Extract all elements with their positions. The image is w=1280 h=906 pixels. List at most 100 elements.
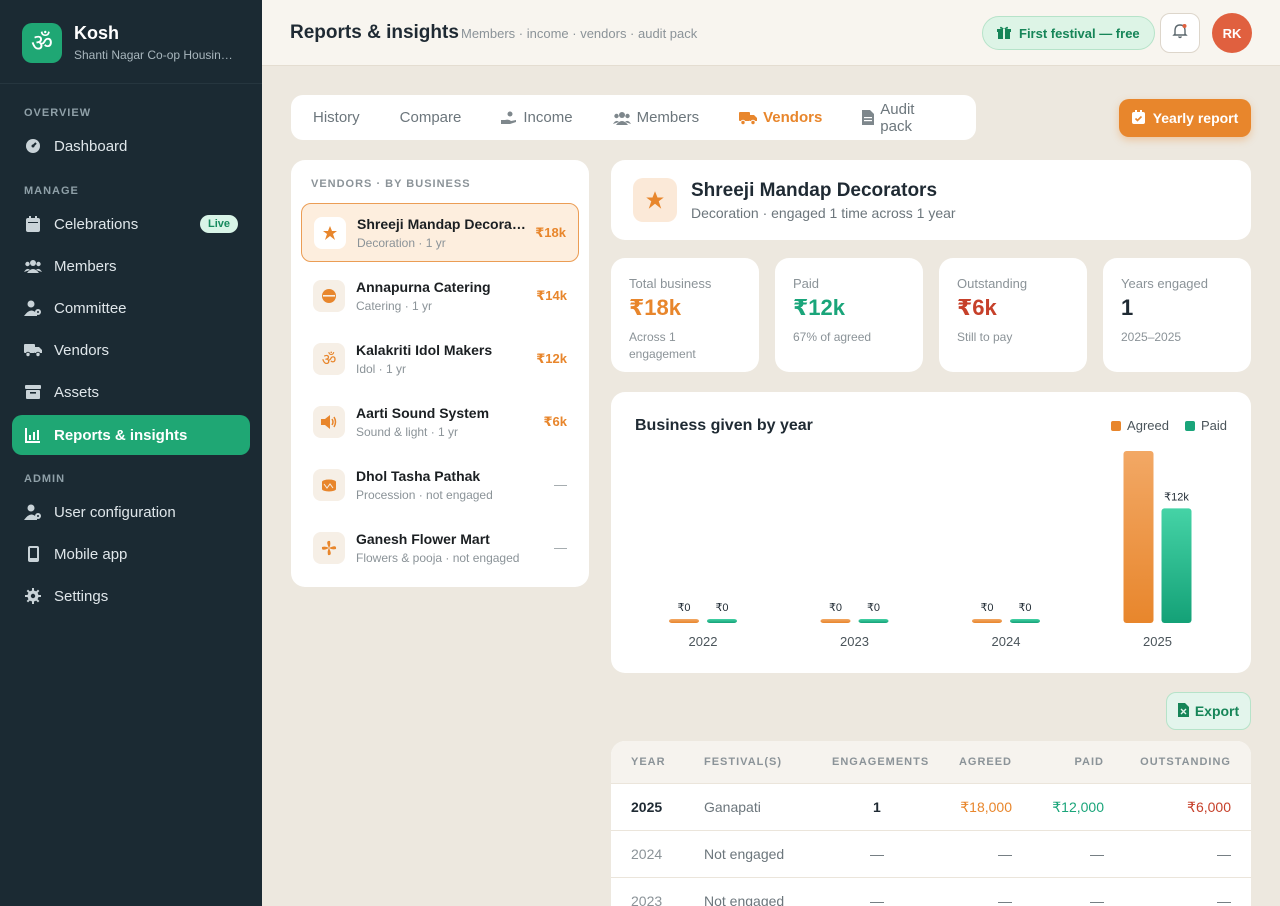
sidebar-item-user-configuration[interactable]: User configuration (12, 492, 250, 532)
page-title: Reports & insights (290, 22, 459, 43)
sidebar-item-assets[interactable]: Assets (12, 372, 250, 412)
bar-agreed-2023[interactable] (820, 619, 851, 623)
sidebar-item-dashboard[interactable]: Dashboard (12, 126, 250, 166)
sidebar: ॐ Kosh Shanti Nagar Co-op Housing Societ… (0, 0, 262, 906)
decoration-icon (314, 216, 346, 249)
column-header: YEAR (631, 756, 666, 768)
sidebar-item-label: Celebrations (54, 215, 139, 233)
vendor-meta: Procession · not engaged (356, 487, 493, 502)
app-name: Kosh (74, 23, 119, 43)
cell-outstanding: — (1217, 893, 1231, 906)
sidebar-item-settings[interactable]: Settings (12, 576, 250, 616)
promo-badge[interactable]: First festival — free (982, 16, 1155, 50)
tab-history[interactable]: History (313, 109, 360, 126)
bar-paid-2023[interactable] (858, 619, 889, 623)
cell-festival: Not engaged (704, 846, 785, 862)
sidebar-item-label: Members (54, 257, 117, 275)
vendor-amount: — (554, 477, 567, 492)
notifications-button[interactable] (1160, 13, 1200, 53)
drum-icon (313, 468, 345, 501)
vendor-amount: ₹14k (536, 287, 567, 303)
vendor-meta: Flowers & pooja · not engaged (356, 550, 520, 565)
vendor-amount: ₹18k (535, 224, 566, 240)
catering-icon (313, 279, 345, 312)
vendor-item[interactable]: Dhol Tasha Pathak Procession · not engage… (301, 455, 579, 514)
column-header: AGREED (958, 756, 1012, 768)
vendor-item[interactable]: Ganesh Flower Mart Flowers & pooja · not … (301, 518, 579, 577)
tab-compare[interactable]: Compare (400, 109, 462, 126)
tab-label: Members (636, 109, 700, 126)
tab-audit-pack[interactable]: Audit pack (862, 101, 936, 135)
archive-icon (24, 383, 42, 401)
bar-value-label: ₹0 (1018, 602, 1031, 614)
vendor-item[interactable]: Annapurna Catering Catering · 1 yr ₹14k (301, 266, 579, 325)
sidebar-item-label: Settings (54, 587, 109, 605)
vendor-list-panel: VENDORS · BY BUSINESS Shreeji Mandap Dec… (291, 160, 589, 587)
table-header: YEAR FESTIVAL(S) ENGAGEMENTS AGREED PAID… (611, 741, 1251, 784)
stat-card-paid: Paid ₹12k 67% of agreed (775, 258, 923, 372)
export-button[interactable]: Export (1166, 692, 1251, 730)
sidebar-item-reports[interactable]: Reports & insights (12, 415, 250, 455)
sidebar-item-members[interactable]: Members (12, 246, 250, 286)
user-avatar[interactable]: RK (1212, 13, 1252, 53)
bar-value-label: ₹0 (829, 602, 842, 614)
table-row[interactable]: 2023 Not engaged — — — — (611, 878, 1251, 906)
sidebar-item-mobile-app[interactable]: Mobile app (12, 534, 250, 574)
tab-vendors[interactable]: Vendors (739, 109, 822, 126)
tab-members[interactable]: Members (612, 109, 700, 126)
calendar-check-icon (1131, 109, 1145, 127)
bar-agreed-2024[interactable] (972, 619, 1002, 623)
vendor-name: Ganesh Flower Mart (356, 530, 490, 547)
bar-agreed-2025[interactable] (1123, 451, 1154, 623)
calendar-icon (24, 215, 42, 233)
nav-section-overview: OVERVIEW (24, 107, 92, 119)
legend-item-agreed: Agreed (1111, 418, 1169, 433)
vendor-list-heading: VENDORS · BY BUSINESS (311, 178, 471, 190)
vendor-item[interactable]: Shreeji Mandap Decorators Decoration · 1 … (301, 203, 579, 262)
page-subtitle: Members · income · vendors · audit pack (461, 26, 698, 41)
sidebar-item-vendors[interactable]: Vendors (12, 330, 250, 370)
vendor-meta: Catering · 1 yr (356, 298, 433, 313)
bar-value-label: ₹0 (677, 602, 690, 614)
tab-income[interactable]: Income (501, 109, 573, 126)
sidebar-item-celebrations[interactable]: Celebrations Live (12, 204, 250, 244)
cell-engagements: 1 (873, 799, 881, 815)
mobile-icon (24, 545, 42, 563)
vendor-detail-header: Shreeji Mandap Decorators Decoration · e… (611, 160, 1251, 240)
bar-value-label: ₹0 (980, 602, 993, 614)
bar-paid-2025[interactable] (1161, 508, 1192, 623)
cell-year: 2024 (631, 846, 663, 862)
stat-label: Years engaged (1121, 276, 1208, 291)
brand[interactable]: ॐ Kosh Shanti Nagar Co-op Housing Societ… (0, 0, 262, 84)
nav-section-manage: MANAGE (24, 185, 79, 197)
bar-paid-2024[interactable] (1010, 619, 1040, 623)
bar-value-label: ₹0 (715, 602, 728, 614)
vendor-amount: ₹12k (536, 350, 567, 366)
nav-section-admin: ADMIN (24, 473, 66, 485)
sidebar-item-committee[interactable]: Committee (12, 288, 250, 328)
column-header: ENGAGEMENTS (832, 756, 930, 768)
hand-coin-icon (501, 111, 517, 125)
stat-card-total-business: Total business ₹18k Across 1 engagement (611, 258, 759, 372)
stat-label: Total business (629, 276, 712, 291)
bar-paid-2022[interactable] (707, 619, 737, 623)
stat-note: 67% of agreed (793, 330, 872, 344)
live-badge: Live (199, 215, 238, 233)
vendor-item[interactable]: Aarti Sound System Sound & light · 1 yr ₹… (301, 392, 579, 451)
sidebar-item-label: Committee (54, 299, 127, 317)
flower-icon (313, 531, 345, 564)
table-row[interactable]: 2024 Not engaged — — — — (611, 831, 1251, 878)
vendor-name: Aarti Sound System (356, 404, 490, 421)
cell-festival: Ganapati (704, 799, 761, 815)
bar-agreed-2022[interactable] (669, 619, 699, 623)
cell-year: 2025 (631, 799, 663, 815)
cell-festival: Not engaged (704, 893, 785, 906)
vendor-item[interactable]: ॐ Kalakriti Idol Makers Idol · 1 yr ₹12k (301, 329, 579, 388)
spreadsheet-icon (1177, 702, 1189, 720)
table-row[interactable]: 2025 Ganapati 1 ₹18,000 ₹12,000 ₹6,000 (611, 784, 1251, 831)
vendor-detail-meta: Decoration · engaged 1 time across 1 yea… (691, 205, 956, 221)
tab-label: Compare (399, 109, 462, 126)
yearly-report-button[interactable]: Yearly report (1119, 99, 1251, 137)
x-tick-label: 2023 (840, 634, 869, 649)
stat-label: Paid (793, 276, 820, 291)
